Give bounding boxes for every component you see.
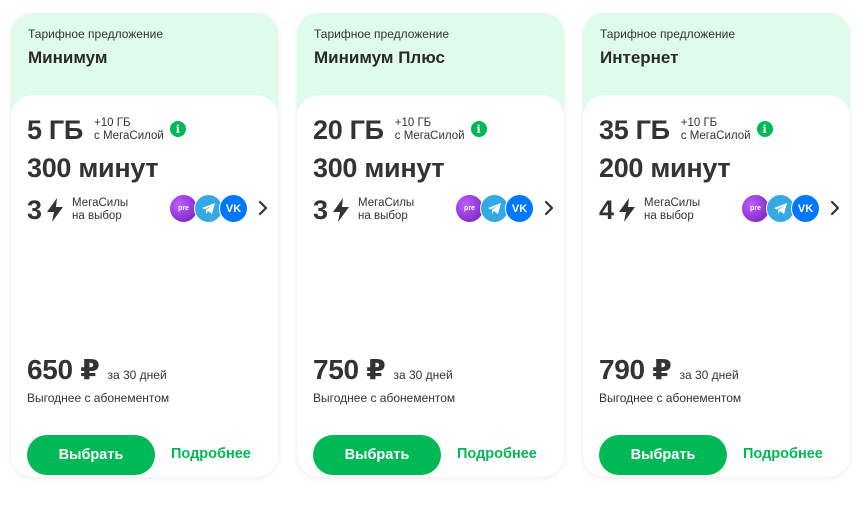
details-link[interactable]: Подробнее: [743, 446, 823, 462]
megapower-line-2: на выбор: [358, 210, 408, 222]
minutes-amount: 300 минут: [313, 153, 445, 183]
subscription-benefit: Выгоднее с абонементом: [27, 391, 170, 405]
plan-name: Минимум Плюс: [314, 48, 445, 67]
megapower-label: МегаСилы на выбор: [358, 197, 414, 223]
bonus-line-2: с МегаСилой: [680, 130, 751, 142]
choose-button[interactable]: Выбрать: [27, 435, 155, 475]
app-icons: pre VK: [169, 194, 248, 223]
price-row: 790 ₽ за 30 дней: [599, 353, 739, 386]
bonus-line-1: +10 ГБ: [94, 117, 131, 129]
megapower-label: МегаСилы на выбор: [644, 197, 700, 223]
data-amount: 35 ГБ: [599, 115, 670, 145]
megapower-line-2: на выбор: [644, 210, 694, 222]
plan-name: Интернет: [600, 48, 679, 67]
offer-label: Тарифное предложение: [28, 27, 163, 41]
lightning-icon: [619, 198, 636, 222]
vk-icon: VK: [505, 194, 534, 223]
price-period: за 30 дней: [393, 368, 453, 382]
card-header: Тарифное предложение Минимум Плюс: [314, 27, 550, 68]
megapower-count: 3: [313, 195, 329, 225]
app-icons: pre VK: [455, 194, 534, 223]
tariff-card-minimum-plus: Тарифное предложение Минимум Плюс 20 ГБ …: [297, 13, 564, 477]
data-amount: 5 ГБ: [27, 115, 84, 145]
details-link[interactable]: Подробнее: [171, 446, 251, 462]
bonus-line-1: +10 ГБ: [394, 117, 432, 129]
megapower-line-2: на выбор: [72, 210, 122, 222]
info-icon[interactable]: i: [470, 121, 487, 137]
tariff-card-internet: Тарифное предложение Интернет 35 ГБ +10 …: [583, 13, 850, 477]
choose-button[interactable]: Выбрать: [599, 435, 727, 475]
chevron-right-icon[interactable]: [257, 198, 269, 218]
price: 790 ₽: [599, 354, 672, 385]
data-amount: 20 ГБ: [313, 115, 384, 145]
price: 750 ₽: [313, 354, 386, 385]
data-row: 5 ГБ +10 ГБ с МегаСилой i: [27, 115, 186, 145]
card-body: 35 ГБ +10 ГБ с МегаСилой i 200 минут 4 М…: [583, 95, 850, 477]
megapower-line-1: МегаСилы: [72, 197, 129, 209]
data-row: 20 ГБ +10 ГБ с МегаСилой i: [313, 115, 487, 145]
megapower-count: 4: [599, 195, 615, 225]
lightning-icon: [47, 198, 64, 222]
card-header: Тарифное предложение Интернет: [600, 27, 836, 68]
chevron-right-icon[interactable]: [543, 198, 555, 218]
plan-name: Минимум: [28, 48, 108, 67]
vk-icon: VK: [791, 194, 820, 223]
megapower-line-1: МегаСилы: [358, 197, 415, 209]
bonus-data: +10 ГБ с МегаСилой: [681, 117, 751, 143]
info-icon[interactable]: i: [756, 121, 773, 137]
megapower-label: МегаСилы на выбор: [72, 197, 128, 223]
app-icons: pre VK: [741, 194, 820, 223]
offer-label: Тарифное предложение: [314, 27, 449, 41]
megapower-row[interactable]: 3 МегаСилы на выбор pre VK: [27, 194, 269, 225]
subscription-benefit: Выгоднее с абонементом: [313, 391, 456, 405]
tariff-card-minimum: Тарифное предложение Минимум 5 ГБ +10 ГБ…: [11, 13, 278, 477]
price-row: 750 ₽ за 30 дней: [313, 353, 453, 386]
price-period: за 30 дней: [679, 368, 739, 382]
choose-button[interactable]: Выбрать: [313, 435, 441, 475]
info-icon[interactable]: i: [169, 121, 186, 137]
megapower-line-1: МегаСилы: [644, 197, 701, 209]
bonus-line-2: с МегаСилой: [94, 130, 164, 142]
bonus-line-2: с МегаСилой: [394, 130, 465, 142]
price-period: за 30 дней: [107, 368, 167, 382]
bonus-line-1: +10 ГБ: [680, 117, 718, 129]
megapower-row[interactable]: 3 МегаСилы на выбор pre VK: [313, 194, 555, 225]
vk-icon: VK: [219, 194, 248, 223]
lightning-icon: [333, 198, 350, 222]
bonus-data: +10 ГБ с МегаСилой: [395, 117, 465, 143]
megapower-row[interactable]: 4 МегаСилы на выбор pre VK: [599, 194, 841, 225]
megapower-count: 3: [27, 195, 43, 225]
price-row: 650 ₽ за 30 дней: [27, 353, 167, 386]
bonus-data: +10 ГБ с МегаСилой: [94, 117, 164, 143]
minutes-amount: 200 минут: [599, 153, 731, 183]
minutes-amount: 300 минут: [27, 153, 159, 183]
price: 650 ₽: [27, 354, 100, 385]
chevron-right-icon[interactable]: [829, 198, 841, 218]
card-header: Тарифное предложение Минимум: [28, 27, 264, 68]
card-body: 5 ГБ +10 ГБ с МегаСилой i 300 минут 3 Ме…: [11, 95, 278, 477]
subscription-benefit: Выгоднее с абонементом: [599, 391, 742, 405]
offer-label: Тарифное предложение: [600, 27, 735, 41]
card-body: 20 ГБ +10 ГБ с МегаСилой i 300 минут 3 М…: [297, 95, 564, 477]
data-row: 35 ГБ +10 ГБ с МегаСилой i: [599, 115, 773, 145]
details-link[interactable]: Подробнее: [457, 446, 537, 462]
